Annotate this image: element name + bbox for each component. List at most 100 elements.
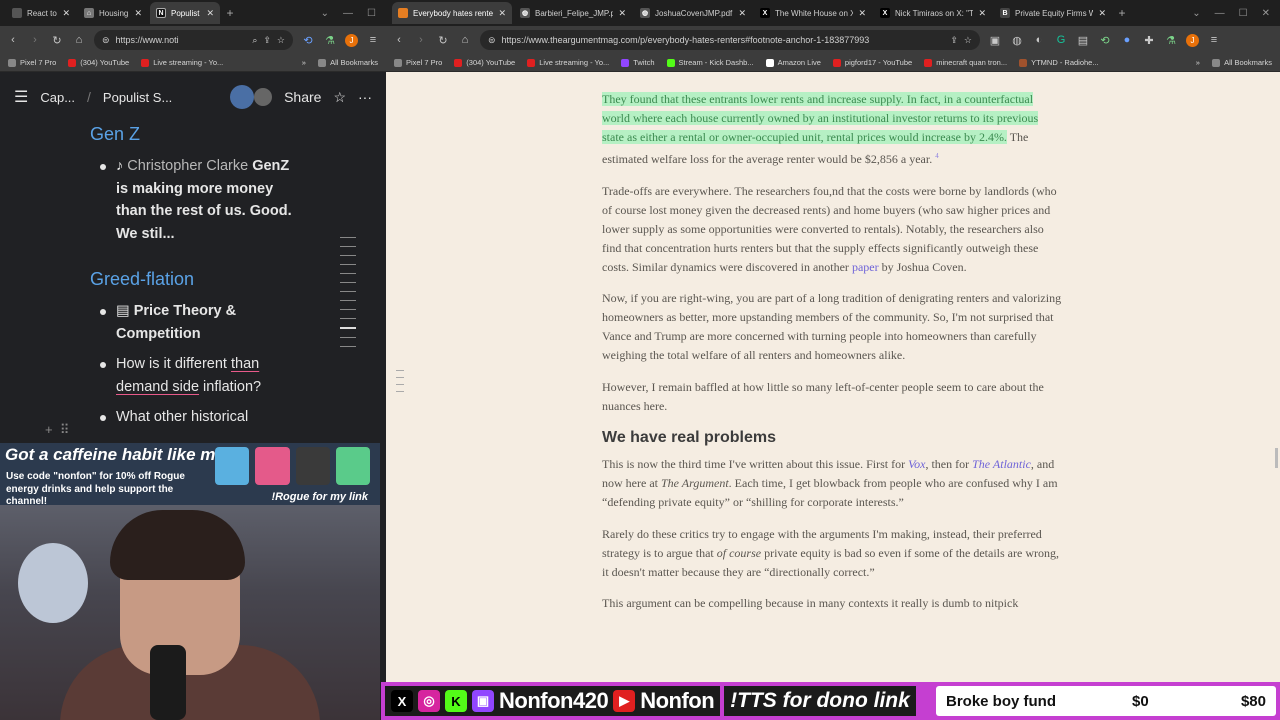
extension-icon[interactable]: ⟲	[301, 34, 315, 47]
bookmark-icon[interactable]: ☆	[964, 35, 972, 46]
list-item[interactable]: ▤ Price Theory & Competition	[90, 300, 300, 345]
tab-pdf[interactable]: ◍ JoshuaCovenJMP.pdf ✕	[634, 2, 752, 24]
extension-icon[interactable]: ▣	[988, 34, 1002, 47]
close-icon[interactable]: ✕	[738, 8, 746, 19]
lab-icon[interactable]: ⚗	[1164, 34, 1178, 47]
tab-x[interactable]: X The White House on X ✕	[754, 2, 872, 24]
block-handle[interactable]: + ⠿	[45, 422, 69, 438]
bookmark-item[interactable]: Twitch	[621, 58, 655, 67]
list-item[interactable]: How is it different than demand side inf…	[90, 353, 300, 398]
youtube-handle: Nonfon	[640, 688, 715, 713]
site-info-icon[interactable]: ⊜	[488, 35, 496, 46]
bookmark-item[interactable]: Pixel 7 Pro	[394, 58, 442, 67]
tab-populist[interactable]: N Populist ✕	[150, 2, 220, 24]
forward-icon[interactable]: ›	[414, 34, 428, 46]
new-tab-icon[interactable]: +	[222, 6, 238, 20]
tab-search-icon[interactable]: ⌄	[321, 8, 329, 19]
social-handles: X ◎ K ▣ Nonfon420 ▶ Nonfon	[385, 686, 721, 716]
bookmark-item[interactable]: Live streaming - Yo...	[141, 58, 223, 67]
back-icon[interactable]: ‹	[392, 34, 406, 46]
puzzle-icon[interactable]: ✚	[1142, 34, 1156, 47]
reload-icon[interactable]: ↻	[436, 34, 450, 47]
bookmark-icon[interactable]: ☆	[277, 35, 285, 46]
close-icon[interactable]: ✕	[1098, 8, 1106, 19]
bookmark-item[interactable]: minecraft quan tron...	[924, 58, 1007, 67]
maximize-icon[interactable]: ☐	[1239, 8, 1248, 19]
new-tab-icon[interactable]: +	[1114, 6, 1130, 20]
breadcrumb-item[interactable]: Populist S...	[103, 90, 172, 105]
maximize-icon[interactable]: ☐	[367, 8, 376, 19]
tab-private-equity[interactable]: B Private Equity Firms W ✕	[994, 2, 1112, 24]
avatar[interactable]	[230, 85, 255, 109]
tab-x[interactable]: X Nick Timiraos on X: "Tr ✕	[874, 2, 992, 24]
bookmark-item[interactable]: Pixel 7 Pro	[8, 58, 56, 67]
reload-icon[interactable]: ↻	[50, 34, 64, 47]
bookmark-item[interactable]: Live streaming - Yo...	[527, 58, 609, 67]
lab-icon[interactable]: ⚗	[323, 34, 337, 47]
site-info-icon[interactable]: ⊜	[102, 35, 110, 46]
back-icon[interactable]: ‹	[6, 34, 20, 46]
heading-gen-z: Gen Z	[90, 124, 141, 144]
bookmark-item[interactable]: (304) YouTube	[68, 58, 129, 67]
more-icon[interactable]: ···	[358, 89, 372, 105]
bookmark-item[interactable]: » All Bookmarks	[302, 58, 378, 67]
address-bar[interactable]: ⊜ https://www.theargumentmag.com/p/every…	[480, 30, 980, 50]
close-icon[interactable]: ✕	[978, 8, 986, 19]
menu-icon[interactable]: ☰	[14, 87, 28, 107]
extension-icon[interactable]: ●	[1120, 34, 1134, 46]
profile-avatar[interactable]: J	[345, 33, 358, 47]
tab-housing[interactable]: ⌂ Housing ✕	[78, 2, 148, 24]
search-icon[interactable]: ⌕	[252, 35, 257, 46]
profile-avatar[interactable]: J	[1186, 33, 1199, 47]
document-icon[interactable]: ▤	[1076, 34, 1090, 47]
breadcrumb-item[interactable]: Cap...	[40, 90, 75, 105]
vox-link[interactable]: Vox	[908, 457, 925, 471]
menu-icon[interactable]: ≡	[1207, 34, 1221, 46]
paper-link[interactable]: paper	[852, 260, 879, 274]
extension-icon[interactable]: ◐	[1032, 34, 1046, 46]
home-icon[interactable]: ⌂	[458, 34, 472, 46]
grammarly-icon[interactable]: G	[1054, 34, 1068, 46]
footnote-link[interactable]: 4	[935, 152, 939, 160]
bookmark-label: (304) YouTube	[80, 58, 130, 67]
atlantic-link[interactable]: The Atlantic	[972, 457, 1031, 471]
share-icon[interactable]: ⇪	[263, 35, 271, 46]
share-icon[interactable]: ⇪	[950, 35, 958, 46]
menu-icon[interactable]: ≡	[366, 34, 380, 46]
address-bar[interactable]: ⊜ https://www.noti ⌕ ⇪ ☆	[94, 30, 293, 50]
tab-article[interactable]: Everybody hates rente ✕	[392, 2, 512, 24]
tab-search-icon[interactable]: ⌄	[1192, 8, 1200, 19]
minimize-icon[interactable]: —	[343, 8, 353, 19]
scrollbar-thumb[interactable]	[1275, 448, 1278, 468]
page-outline[interactable]	[396, 370, 404, 398]
close-icon[interactable]: ✕	[62, 8, 70, 19]
bookmark-item[interactable]: » All Bookmarks	[1196, 58, 1272, 67]
forward-icon[interactable]: ›	[28, 34, 42, 46]
close-icon[interactable]: ✕	[618, 8, 626, 19]
bookmark-item[interactable]: pigford17 - YouTube	[832, 58, 912, 67]
tab-react[interactable]: React to ✕	[6, 2, 76, 24]
bookmark-item[interactable]: Amazon Live	[765, 58, 821, 67]
minimize-icon[interactable]: —	[1215, 8, 1225, 19]
bookmark-item[interactable]: YTMND - Radiohe...	[1019, 58, 1099, 67]
close-icon[interactable]: ✕	[498, 8, 506, 19]
close-icon[interactable]: ✕	[858, 8, 866, 19]
extension-icon[interactable]: ◍	[1010, 34, 1024, 47]
item-text: What other historical	[116, 409, 249, 425]
avatar[interactable]	[254, 88, 273, 106]
extension-icon[interactable]: ⟲	[1098, 34, 1112, 47]
bookmark-item[interactable]: Stream - Kick Dashb...	[666, 58, 754, 67]
list-item[interactable]: ♪ Christopher Clarke GenZ is making more…	[90, 155, 300, 245]
bookmark-label: minecraft quan tron...	[936, 58, 1008, 67]
close-icon[interactable]: ✕	[206, 8, 214, 19]
star-icon[interactable]: ☆	[333, 89, 346, 106]
bookmark-item[interactable]: (304) YouTube	[454, 58, 515, 67]
close-window-icon[interactable]: ✕	[1262, 8, 1270, 19]
home-icon[interactable]: ⌂	[72, 34, 86, 46]
page-outline[interactable]	[340, 237, 356, 355]
bookmark-label: Amazon Live	[777, 58, 821, 67]
close-icon[interactable]: ✕	[134, 8, 142, 19]
tab-pdf[interactable]: ◍ Barbieri_Felipe_JMP.pd ✕	[514, 2, 632, 24]
list-item[interactable]: What other historical	[90, 406, 300, 429]
share-button[interactable]: Share	[284, 89, 321, 105]
